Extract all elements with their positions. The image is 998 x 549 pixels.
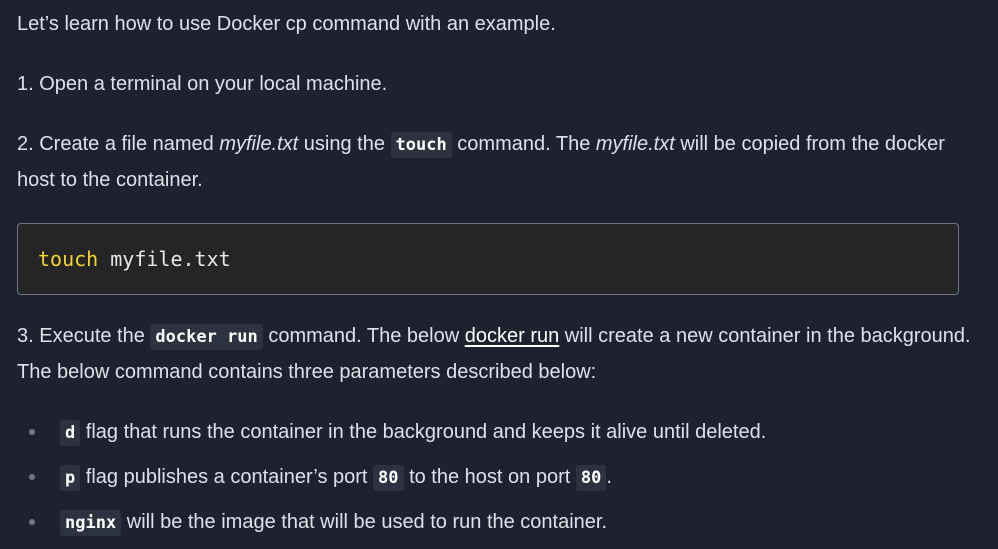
list-item: nginx will be the image that will be use… xyxy=(17,504,977,549)
code-block-touch[interactable]: touch myfile.txt xyxy=(17,223,959,295)
list-item-text: to the host on port xyxy=(403,466,576,488)
bullet-icon xyxy=(29,519,35,525)
code-args: myfile.txt xyxy=(98,247,231,271)
inline-code-nginx: nginx xyxy=(60,510,122,536)
code-keyword: touch xyxy=(38,247,99,271)
filename-emphasis: myfile.txt xyxy=(219,133,299,155)
article-content: Let’s learn how to use Docker cp command… xyxy=(0,0,998,546)
step-2-text: command. The xyxy=(451,133,596,155)
intro-paragraph: Let’s learn how to use Docker cp command… xyxy=(17,13,556,35)
list-item-text: flag that runs the container in the back… xyxy=(80,421,767,443)
list-item-text: . xyxy=(606,466,612,488)
filename-emphasis: myfile.txt xyxy=(595,133,675,155)
bullet-icon xyxy=(29,429,35,435)
inline-code-port: 80 xyxy=(373,465,404,491)
inline-code-p: p xyxy=(60,465,81,491)
step-2-text: 2. Create a file named xyxy=(17,133,220,155)
inline-code-touch: touch xyxy=(390,132,452,158)
step-3-text: command. The below xyxy=(262,325,465,347)
docker-run-link[interactable]: docker run xyxy=(465,325,560,347)
list-item-text: flag publishes a container’s port xyxy=(80,466,374,488)
parameters-list: d flag that runs the container in the ba… xyxy=(17,414,977,549)
bullet-icon xyxy=(29,474,35,480)
step-2-paragraph: 2. Create a file named myfile.txt using … xyxy=(17,127,977,198)
inline-code-port: 80 xyxy=(575,465,607,491)
inline-code-d: d xyxy=(60,420,81,446)
list-item: d flag that runs the container in the ba… xyxy=(17,414,977,459)
list-item: p flag publishes a container’s port 80 t… xyxy=(17,459,977,504)
inline-code-docker-run: docker run xyxy=(150,324,263,350)
step-3-paragraph: 3. Execute the docker run command. The b… xyxy=(17,319,977,390)
step-1-paragraph: 1. Open a terminal on your local machine… xyxy=(17,73,388,95)
list-item-text: will be the image that will be used to r… xyxy=(121,511,608,533)
step-2-text: using the xyxy=(298,133,391,155)
step-3-text: 3. Execute the xyxy=(17,325,151,347)
